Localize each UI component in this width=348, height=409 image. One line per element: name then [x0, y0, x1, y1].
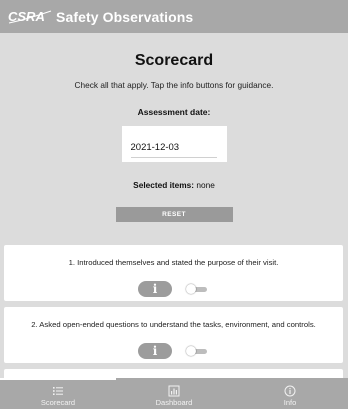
- nav-label: Dashboard: [155, 398, 193, 407]
- selected-items-label: Selected items:: [133, 180, 195, 190]
- checklist-item-2: 2. Asked open-ended questions to underst…: [4, 307, 343, 363]
- item-toggle[interactable]: [186, 284, 207, 294]
- item-text: 1. Introduced themselves and stated the …: [68, 258, 279, 267]
- item-toggle[interactable]: [186, 346, 207, 356]
- checklist-item-3: [4, 369, 343, 378]
- list-icon: [53, 387, 63, 395]
- item-controls: i: [4, 343, 343, 359]
- chart-icon: [168, 385, 180, 397]
- checklist-item-1: 1. Introduced themselves and stated the …: [4, 245, 343, 301]
- assessment-date-input[interactable]: [130, 142, 217, 158]
- item-text: 2. Asked open-ended questions to underst…: [31, 320, 316, 329]
- nav-item-scorecard[interactable]: Scorecard: [0, 378, 116, 409]
- nav-label: Scorecard: [40, 398, 76, 407]
- top-app-bar: CSRA Safety Observations: [0, 0, 348, 33]
- toggle-thumb: [186, 346, 196, 356]
- scorecard-content[interactable]: Scorecard Check all that apply. Tap the …: [0, 33, 348, 378]
- assessment-date-box: [121, 126, 227, 162]
- page-title: Scorecard: [134, 52, 214, 69]
- selected-items-value: none: [196, 180, 215, 190]
- selected-items-row: Selected items: none: [0, 180, 348, 190]
- csra-logo: CSRA: [8, 9, 52, 24]
- info-button[interactable]: i: [138, 281, 172, 297]
- reset-button[interactable]: RESET: [115, 207, 233, 222]
- toggle-thumb: [186, 284, 196, 294]
- item-controls: i: [4, 281, 343, 297]
- nav-label: Info: [283, 398, 297, 407]
- info-button[interactable]: i: [138, 343, 172, 359]
- assessment-date-label: Assessment date:: [137, 107, 211, 117]
- app-title: Safety Observations: [56, 8, 194, 25]
- info-circle-icon: [284, 385, 296, 397]
- bottom-navigation: Scorecard Dashboard Info: [0, 378, 348, 409]
- nav-item-dashboard[interactable]: Dashboard: [116, 378, 232, 409]
- instructions-text: Check all that apply. Tap the info butto…: [74, 80, 274, 90]
- nav-item-info[interactable]: Info: [232, 378, 348, 409]
- app-window: CSRA Safety Observations Scorecard Check…: [0, 0, 348, 409]
